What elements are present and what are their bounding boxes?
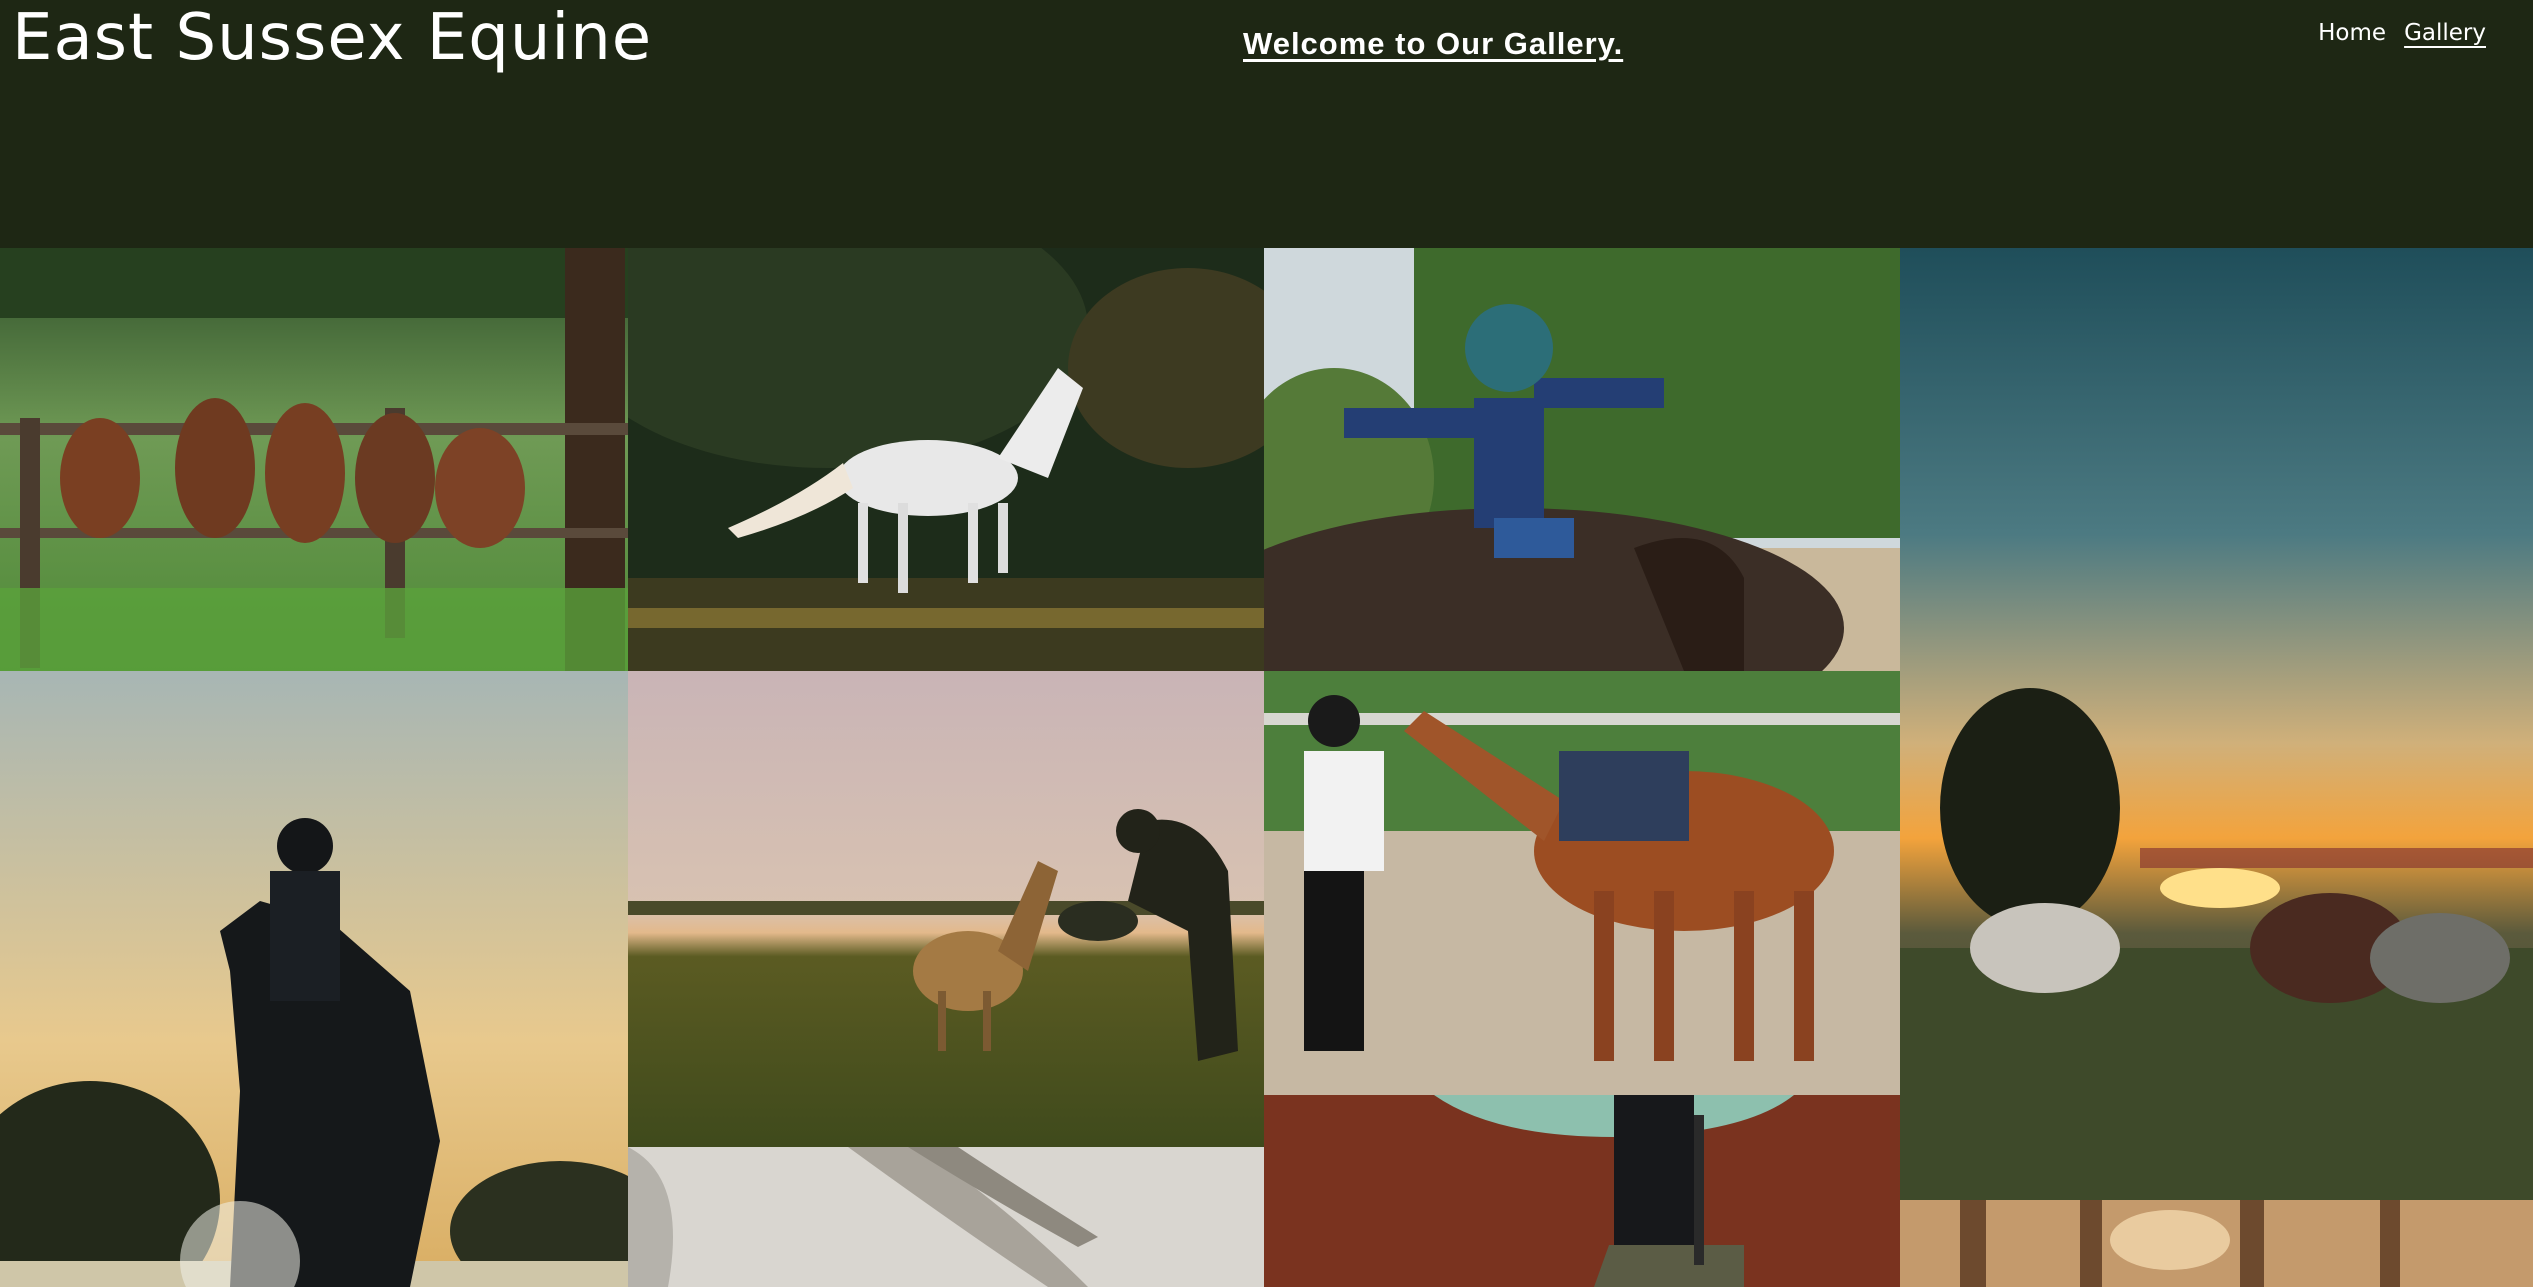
- gallery-photo-rider-silhouette[interactable]: [0, 671, 628, 1287]
- site-header: East Sussex Equine Welcome to Our Galler…: [0, 0, 2533, 248]
- site-title[interactable]: East Sussex Equine: [12, 0, 652, 76]
- gallery-photo-rider-boot[interactable]: [1264, 1095, 1900, 1287]
- gallery-photo-girl-with-pony[interactable]: [1264, 671, 1900, 1095]
- gallery-photo-woman-with-horse[interactable]: [628, 671, 1264, 1147]
- gallery-photo-golden-trees[interactable]: [1900, 1200, 2533, 1287]
- nav-home-link[interactable]: Home: [2318, 20, 2386, 46]
- gallery-photo-child-riding[interactable]: [1264, 248, 1900, 671]
- gallery-photo-white-horse[interactable]: [628, 248, 1264, 671]
- nav-gallery-link[interactable]: Gallery: [2404, 20, 2486, 46]
- page-heading: Welcome to Our Gallery.: [1243, 26, 1624, 61]
- gallery-photo-grey-mane[interactable]: [628, 1147, 1264, 1287]
- gallery-photo-sunset-grazing[interactable]: [1900, 248, 2533, 1200]
- gallery-photo-horses-fence[interactable]: [0, 248, 628, 671]
